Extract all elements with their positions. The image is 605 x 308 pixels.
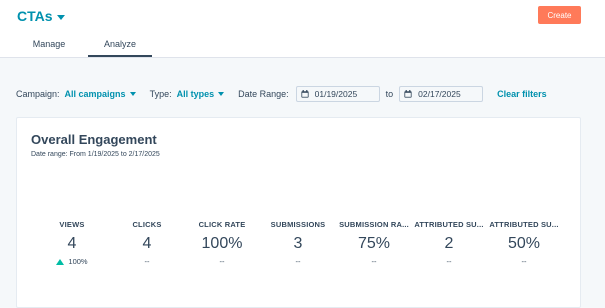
overall-engagement-card: Overall Engagement Date range: From 1/19… <box>16 117 581 308</box>
tab-analyze[interactable]: Analyze <box>88 33 152 58</box>
metric-label: VIEWS <box>59 220 85 229</box>
metric-change-value: 100% <box>68 257 88 266</box>
chevron-down-icon <box>218 92 225 96</box>
campaign-filter-label: Campaign: <box>16 89 60 99</box>
campaign-filter-value: All campaigns <box>64 89 126 99</box>
metric-label: SUBMISSION RA... <box>339 220 409 229</box>
chevron-down-icon <box>129 92 136 96</box>
metric-views: VIEWS 4 100% <box>35 220 109 266</box>
app-title-dropdown[interactable]: CTAs <box>17 8 65 24</box>
type-filter-label: Type: <box>149 89 172 99</box>
date-to-label: to <box>385 89 394 99</box>
metric-value: 4 <box>67 235 77 252</box>
metric-submission-rate: SUBMISSION RA... 75% -- <box>337 220 411 266</box>
metric-change-value: -- <box>371 257 377 266</box>
type-filter-value: All types <box>176 89 215 99</box>
metric-change-value: -- <box>144 257 150 266</box>
calendar-icon <box>404 90 412 98</box>
metric-value: 50% <box>507 235 541 252</box>
clear-filters-link[interactable]: Clear filters <box>497 89 547 99</box>
metric-submissions: SUBMISSIONS 3 -- <box>261 220 335 266</box>
metric-change: -- <box>185 257 259 266</box>
metric-clicks: CLICKS 4 -- <box>110 220 184 266</box>
metric-change-value: -- <box>446 257 452 266</box>
date-range-label: Date Range: <box>238 89 289 99</box>
date-to-input[interactable]: 02/17/2025 <box>399 86 484 102</box>
metric-value: 3 <box>293 235 303 252</box>
app-title: CTAs <box>17 8 53 24</box>
top-bar: CTAs Create Manage Analyze <box>0 0 605 58</box>
calendar-icon <box>301 90 309 98</box>
metric-change-value: -- <box>295 257 301 266</box>
metric-value: 75% <box>357 235 391 252</box>
date-from-value: 01/19/2025 <box>314 89 358 99</box>
metric-change-value: -- <box>219 257 225 266</box>
metric-click-rate: CLICK RATE 100% -- <box>185 220 259 266</box>
date-to-value: 02/17/2025 <box>418 89 461 99</box>
metric-change-value: -- <box>521 257 527 266</box>
metric-value: 100% <box>201 235 243 252</box>
metric-change: -- <box>261 257 335 266</box>
filter-bar: Campaign: All campaigns Type: All types … <box>16 86 547 102</box>
tab-bar: Manage Analyze <box>16 33 152 58</box>
metric-label: ATTRIBUTED SU... <box>489 220 559 229</box>
metric-change: -- <box>110 257 184 266</box>
tab-manage[interactable]: Manage <box>16 33 82 58</box>
card-title: Overall Engagement <box>31 132 157 147</box>
metric-change: 100% <box>35 257 109 266</box>
metric-attributed-submissions: ATTRIBUTED SU... 2 -- <box>412 220 486 266</box>
metric-value: 2 <box>444 235 454 252</box>
card-date-range: Date range: From 1/19/2025 to 2/17/2025 <box>31 151 160 158</box>
type-filter-dropdown[interactable]: All types <box>177 89 225 99</box>
trend-up-icon <box>56 258 65 265</box>
metric-label: SUBMISSIONS <box>270 220 326 229</box>
metric-label: CLICK RATE <box>198 220 246 229</box>
analyze-content: Campaign: All campaigns Type: All types … <box>0 58 605 308</box>
metric-label: CLICKS <box>132 220 162 229</box>
metric-change: -- <box>412 257 486 266</box>
date-from-input[interactable]: 01/19/2025 <box>295 86 380 102</box>
metric-change: -- <box>487 257 561 266</box>
metric-value: 4 <box>142 235 152 252</box>
chevron-down-icon <box>56 14 65 20</box>
metric-label: ATTRIBUTED SU... <box>414 220 484 229</box>
create-button[interactable]: Create <box>538 6 581 24</box>
campaign-filter-dropdown[interactable]: All campaigns <box>65 89 136 99</box>
metric-change: -- <box>337 257 411 266</box>
metric-attributed-submission-rate: ATTRIBUTED SU... 50% -- <box>487 220 561 266</box>
